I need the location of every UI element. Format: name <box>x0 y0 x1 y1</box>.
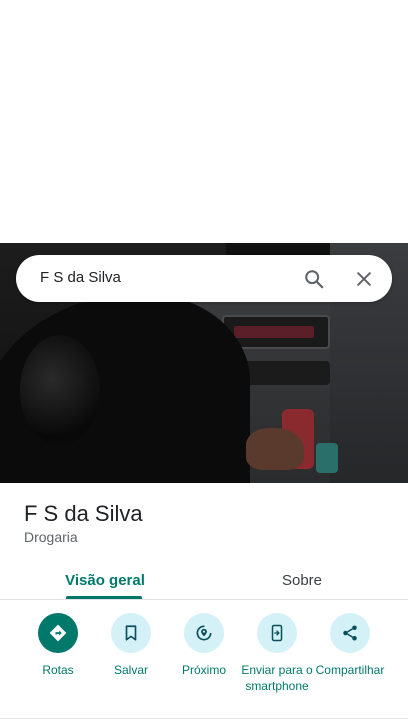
share-label: Compartilhar <box>315 663 385 677</box>
search-icon <box>305 270 324 289</box>
share-icon <box>343 625 357 641</box>
divider <box>0 718 408 719</box>
share-button[interactable]: Compartilhar <box>310 613 390 678</box>
save-label: Salvar <box>113 663 148 677</box>
place-title: F S da Silva <box>24 501 143 526</box>
close-icon <box>357 272 371 286</box>
tab-about[interactable]: Sobre <box>252 560 352 600</box>
search-bar[interactable]: F S da Silva <box>16 255 392 302</box>
send-to-phone-button[interactable]: Enviar para o smartphone <box>237 613 317 694</box>
map-area-blank <box>0 0 408 243</box>
tab-bar: Visão geral Sobre <box>0 560 408 600</box>
nearby-icon <box>196 625 212 641</box>
nearby-button[interactable]: Próximo <box>164 613 244 678</box>
action-buttons: Rotas Salvar Próximo Enviar para o smart… <box>0 613 408 718</box>
directions-icon <box>49 624 67 642</box>
search-button[interactable] <box>300 265 328 293</box>
send-to-phone-label: Enviar para o smartphone <box>241 663 313 693</box>
tab-selected-indicator <box>66 596 142 599</box>
close-button[interactable] <box>350 265 378 293</box>
search-input[interactable]: F S da Silva <box>40 269 121 286</box>
save-button[interactable]: Salvar <box>91 613 171 678</box>
directions-button[interactable]: Rotas <box>18 613 98 678</box>
nearby-label: Próximo <box>181 663 226 677</box>
send-to-phone-icon <box>271 624 283 642</box>
place-category[interactable]: Drogaria <box>24 529 78 545</box>
directions-label: Rotas <box>42 663 74 677</box>
tab-overview[interactable]: Visão geral <box>52 560 158 600</box>
bookmark-icon <box>125 625 137 641</box>
